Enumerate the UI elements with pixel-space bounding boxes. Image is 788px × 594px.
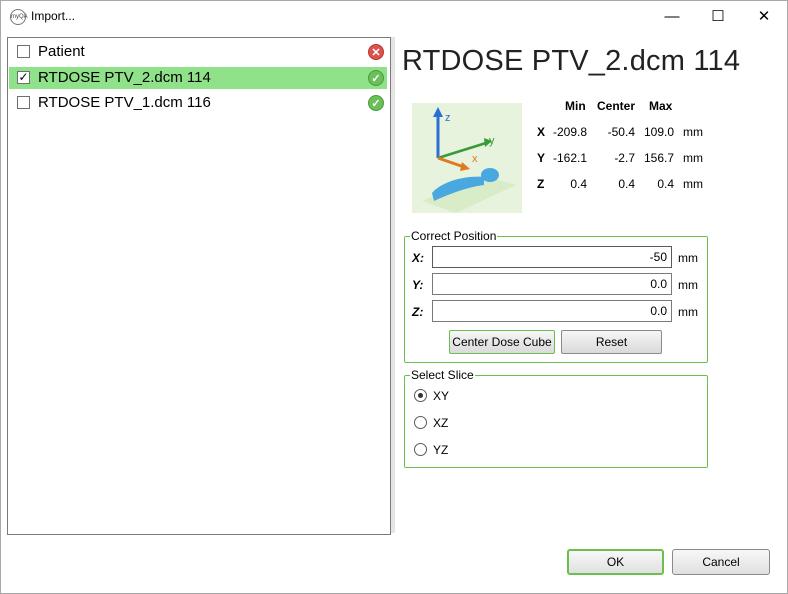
y-unit: mm	[683, 151, 703, 165]
x-axis	[437, 156, 465, 169]
slice-yz-label[interactable]: YZ	[433, 443, 448, 457]
panel-splitter[interactable]	[391, 37, 395, 533]
correct-position-title: Correct Position	[410, 229, 498, 243]
minimize-button[interactable]: —	[649, 1, 695, 32]
slice-xy-radio[interactable]	[414, 389, 427, 402]
checkbox[interactable]	[17, 96, 30, 109]
z-max: 0.4	[657, 177, 674, 191]
header-max: Max	[649, 99, 673, 113]
header-center: Center	[597, 99, 636, 113]
z-unit: mm	[683, 177, 703, 191]
file-label: RTDOSE PTV_1.dcm 116	[38, 94, 211, 111]
y-min: -162.1	[552, 151, 587, 165]
file-label: Patient	[38, 43, 85, 60]
reset-button[interactable]: Reset	[561, 330, 662, 354]
slice-xy-label[interactable]: XY	[433, 389, 449, 403]
slice-xz-label[interactable]: XZ	[433, 416, 448, 430]
correct-position-group: Correct Position X: -50 mm Y: 0.0 mm Z: …	[404, 229, 708, 363]
check-ok-icon: ✓	[368, 70, 384, 86]
center-dose-cube-button[interactable]: Center Dose Cube	[449, 330, 555, 354]
y-input-unit: mm	[678, 278, 698, 292]
check-ok-icon: ✓	[368, 95, 384, 111]
file-list-item-patient[interactable]: Patient ✕	[9, 41, 387, 63]
file-list-item-ptv2[interactable]: ✓ RTDOSE PTV_2.dcm 114 ✓	[9, 67, 387, 89]
header-min: Min	[565, 99, 586, 113]
z-input-unit: mm	[678, 305, 698, 319]
file-list-item-ptv1[interactable]: RTDOSE PTV_1.dcm 116 ✓	[9, 92, 387, 114]
selected-file-title: RTDOSE PTV_2.dcm 114	[402, 45, 741, 77]
window-title: Import...	[31, 9, 76, 23]
y-max: 156.7	[643, 151, 674, 165]
error-icon: ✕	[368, 44, 384, 60]
select-slice-group: Select Slice XY XZ YZ	[404, 368, 708, 468]
z-input-label: Z:	[412, 305, 424, 319]
z-position-input[interactable]: 0.0	[432, 300, 672, 322]
y-axis	[437, 141, 487, 160]
app-icon: myQA	[10, 9, 28, 25]
z-min: 0.4	[570, 177, 587, 191]
y-input-label: Y:	[412, 278, 424, 292]
ok-button[interactable]: OK	[567, 549, 664, 575]
checkbox[interactable]: ✓	[17, 71, 30, 84]
slice-yz-radio[interactable]	[414, 443, 427, 456]
select-slice-title: Select Slice	[410, 368, 475, 382]
title-bar: myQA Import... — ☐ ✕	[1, 1, 787, 32]
y-axis-label: y	[489, 135, 495, 147]
x-input-label: X:	[412, 251, 424, 265]
x-unit: mm	[683, 125, 703, 139]
y-position-input[interactable]: 0.0	[432, 273, 672, 295]
close-button[interactable]: ✕	[741, 1, 787, 32]
z-axis-label: z	[445, 112, 451, 124]
maximize-button[interactable]: ☐	[695, 1, 741, 32]
file-label: RTDOSE PTV_2.dcm 114	[38, 69, 211, 86]
x-min: -209.8	[552, 125, 587, 139]
file-list: Patient ✕ ✓ RTDOSE PTV_2.dcm 114 ✓ RTDOS…	[7, 37, 391, 535]
import-dialog: myQA Import... — ☐ ✕ Patient ✕ ✓ RTDOSE …	[0, 0, 788, 594]
x-position-input[interactable]: -50	[432, 246, 672, 268]
x-input-unit: mm	[678, 251, 698, 265]
slice-xz-radio[interactable]	[414, 416, 427, 429]
cancel-button[interactable]: Cancel	[672, 549, 770, 575]
x-axis-label: x	[472, 153, 478, 165]
patient-orientation-image: z y x	[412, 103, 522, 213]
checkbox[interactable]	[17, 45, 30, 58]
x-max: 109.0	[643, 125, 674, 139]
